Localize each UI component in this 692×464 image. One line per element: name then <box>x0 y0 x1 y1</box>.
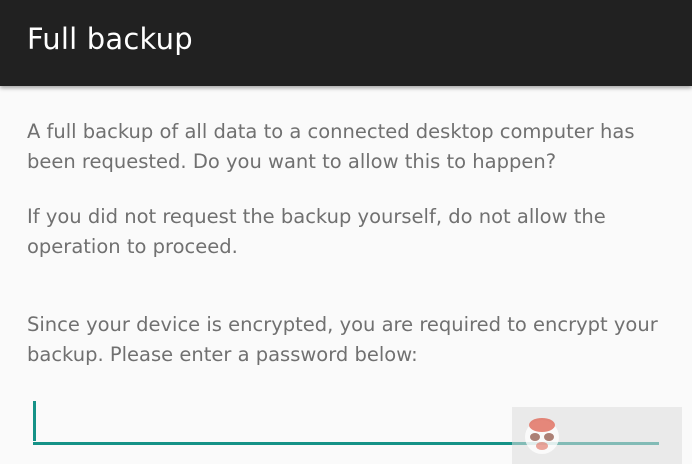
warning-text: If you did not request the backup yourse… <box>27 205 606 258</box>
page-title: Full backup <box>27 22 193 56</box>
watermark <box>512 407 682 464</box>
app-toolbar: Full backup <box>0 0 692 86</box>
backup-request-text: A full backup of all data to a connected… <box>27 120 635 173</box>
encryption-notice-text: Since your device is encrypted, you are … <box>27 313 658 366</box>
mascot-logo-icon <box>525 418 559 454</box>
text-cursor <box>33 401 36 441</box>
